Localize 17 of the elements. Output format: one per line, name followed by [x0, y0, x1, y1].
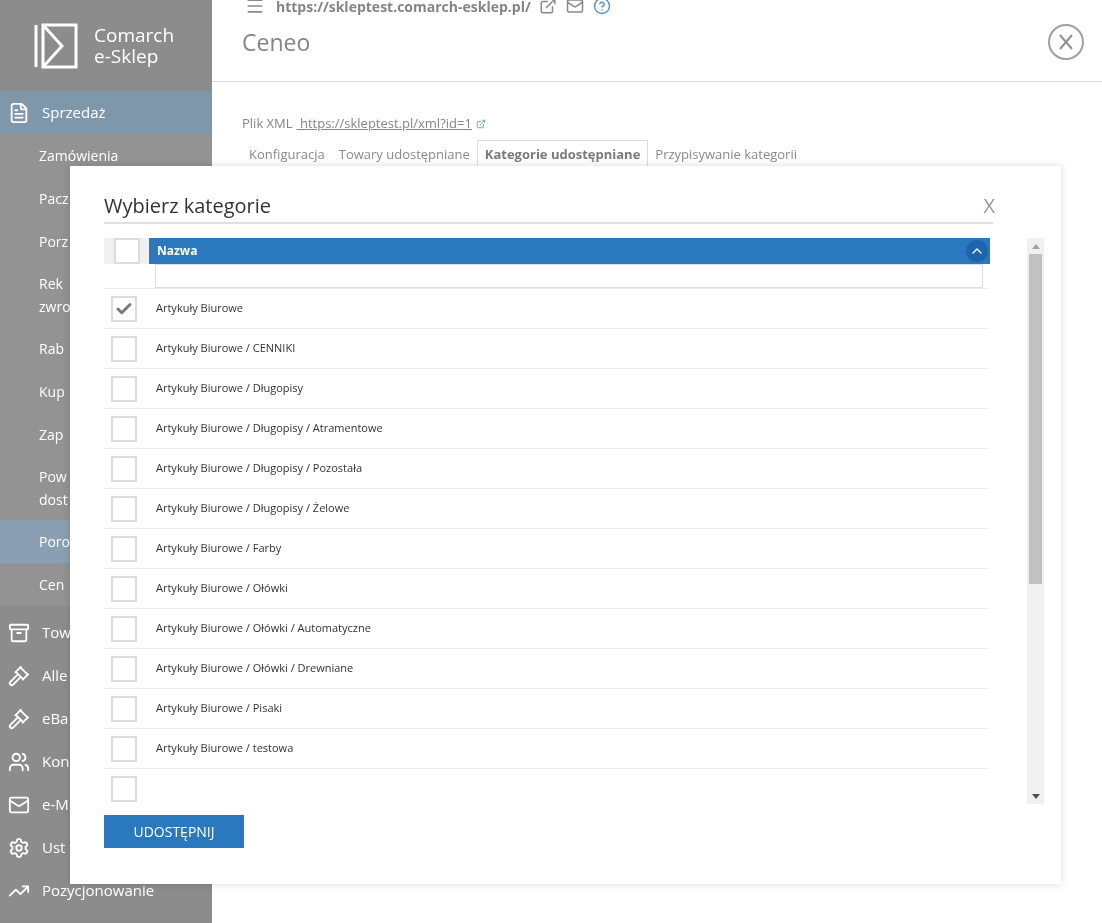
category-name: Artykuły Biurowe / Długopisy / Pozostała — [156, 460, 363, 477]
logo-text: e-Sklep — [94, 45, 160, 67]
category-name: Artykuły Biurowe / CENNIKI — [156, 340, 296, 357]
dialog-title: Wybierz kategorie — [104, 191, 272, 221]
category-name: Artykuły Biurowe / testowa — [156, 740, 294, 757]
logo-text: Comarch — [94, 24, 175, 46]
category-name: Artykuły Biurowe / Ołówki / Automatyczne — [156, 620, 371, 637]
category-name: Artykuły Biurowe / Długopisy — [156, 380, 304, 397]
category-name: Artykuły Biurowe / Ołówki / Drewniane — [156, 660, 354, 677]
category-name: Artykuły Biurowe / Pisaki — [156, 700, 283, 717]
page-title: Ceneo — [242, 24, 311, 60]
category-name: Artykuły Biurowe / Ołówki — [156, 580, 288, 597]
category-name: Artykuły Biurowe — [156, 300, 243, 317]
category-name: Artykuły Biurowe / Długopisy / Atramentowe — [156, 420, 383, 437]
category-name: Artykuły Biurowe / Farby — [156, 540, 282, 557]
xml-label: Plik XML — [242, 114, 293, 134]
category-name: Artykuły Biurowe / Długopisy / Żelowe — [156, 500, 350, 517]
